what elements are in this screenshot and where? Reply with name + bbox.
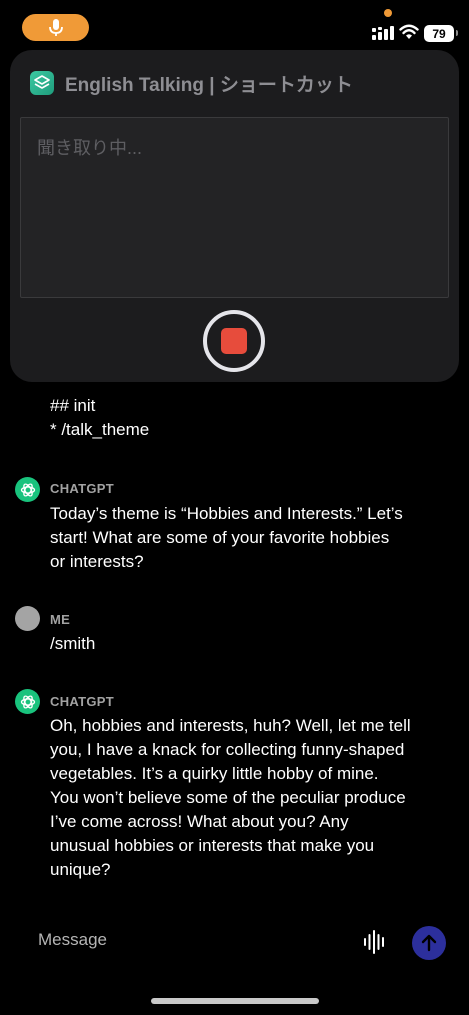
wifi-icon <box>399 24 419 39</box>
shortcuts-app-icon <box>30 71 54 95</box>
stop-icon <box>221 328 247 354</box>
stop-recording-button[interactable] <box>203 310 265 372</box>
chatgpt-avatar <box>15 477 40 502</box>
microphone-icon <box>48 18 63 36</box>
message-text-line: unique? <box>50 860 111 879</box>
message-text-line: or interests? <box>50 552 144 571</box>
home-indicator[interactable] <box>151 998 319 1004</box>
message-text-line: unusual hobbies or interests that make y… <box>50 836 375 855</box>
openai-logo-icon <box>20 483 35 496</box>
sender-label: ME <box>50 612 71 627</box>
shortcut-title: English Talking | ショートカット <box>65 74 353 96</box>
mic-in-use-indicator[interactable] <box>22 14 89 41</box>
send-button[interactable] <box>412 926 446 960</box>
shortcut-header: English Talking | ショートカット <box>30 70 353 96</box>
chatgpt-avatar <box>15 689 40 714</box>
message-text-line: Today’s theme is “Hobbies and Interests.… <box>50 504 403 523</box>
message-text-line: You won’t believe some of the peculiar p… <box>50 788 406 807</box>
message-text-line: ## init <box>50 396 96 415</box>
message-text-line: you, I have a knack for collecting funny… <box>50 740 405 759</box>
shortcut-dictation-panel: English Talking | ショートカット 聞き取り中... <box>10 50 459 382</box>
user-avatar <box>15 606 40 631</box>
battery-indicator: 79 <box>424 25 458 42</box>
message-text-line: * /talk_theme <box>50 420 150 439</box>
status-bar: 79 <box>0 0 469 50</box>
openai-logo-icon <box>20 695 35 708</box>
voice-waveform-icon[interactable] <box>363 929 387 955</box>
message-text-line: Oh, hobbies and interests, huh? Well, le… <box>50 716 411 735</box>
sender-label: CHATGPT <box>50 481 114 496</box>
battery-level: 79 <box>432 26 446 41</box>
dictation-text-field[interactable]: 聞き取り中... <box>20 117 449 298</box>
privacy-indicator-dot <box>384 9 392 17</box>
sender-label: CHATGPT <box>50 694 114 709</box>
message-text-line: I’ve come across! What about you? Any <box>50 812 349 831</box>
arrow-up-icon <box>421 934 437 952</box>
dictation-placeholder: 聞き取り中... <box>37 138 143 158</box>
message-text-line: /smith <box>50 634 96 653</box>
cellular-signal-icon <box>372 26 394 40</box>
message-text-line: start! What are some of your favorite ho… <box>50 528 390 547</box>
message-input[interactable]: Message <box>38 930 107 950</box>
message-text-line: vegetables. It’s a quirky little hobby o… <box>50 764 379 783</box>
